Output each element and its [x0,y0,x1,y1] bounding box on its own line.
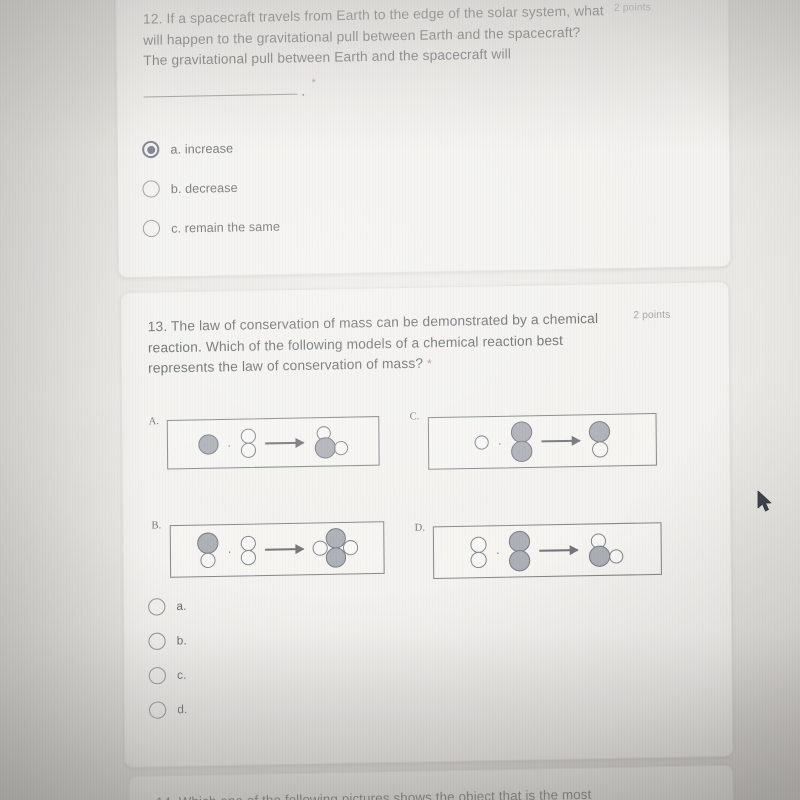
option-q13-b-label: b. [176,634,187,648]
atom-gray [508,549,531,572]
molecule-b-product [312,528,359,569]
option-q12-a-label: a. increase [170,140,234,157]
atom-white [200,552,216,569]
molecule-d-reactant-2 [508,530,531,572]
question-12-line-2: will happen to the gravitational pull be… [143,24,581,48]
atom-gray [197,532,219,555]
atom-gray [197,433,219,455]
atom-white [474,435,489,450]
atom-white [470,536,487,553]
option-q12-b-label: b. decrease [170,180,238,196]
atom-gray [588,544,611,567]
molecule-c-reactant-1 [474,435,489,450]
option-q13-c-label: c. [177,668,187,682]
question-13-required-asterisk: * [427,356,433,371]
reaction-model-c: · [429,414,656,469]
option-q13-d[interactable]: d. [148,701,188,719]
atom-white [240,442,256,459]
atom-gray [508,530,531,553]
reaction-arrow-icon [539,549,578,552]
radio-q13-d[interactable] [148,701,167,719]
plus-sign: · [497,436,502,451]
option-q13-a[interactable]: a. [148,598,187,616]
choice-letter-a: A. [148,416,159,428]
atom-white [240,535,256,551]
molecule-a-product [312,425,349,459]
mouse-pointer-icon [757,490,772,512]
option-q13-d-label: d. [177,702,188,717]
option-q13-b[interactable]: b. [148,632,187,651]
reaction-model-b: · [171,522,384,576]
question-12-required-asterisk: * [311,77,316,90]
molecule-b-reactant-2 [240,535,257,565]
atom-white [609,548,624,564]
atom-white [591,441,609,458]
atom-white [240,549,257,565]
atom-white [240,428,256,444]
reaction-arrow-icon [541,439,580,443]
option-q12-c[interactable]: c. remain the same [142,217,281,238]
question-12-blank-line [143,93,298,98]
question-12-period: . [301,83,306,99]
radio-q13-b[interactable] [148,632,166,651]
choice-letter-c: C. [409,411,420,423]
plus-sign: · [495,545,500,560]
choice-box-a[interactable]: · [166,416,380,470]
question-card-12: 12. If a spacecraft travels from Earth t… [115,0,732,279]
question-12-line-3: The gravitational pull between Earth and… [143,46,512,69]
option-q12-a[interactable]: a. increase [142,139,234,159]
option-q13-c[interactable]: c. [148,666,187,685]
molecule-b-reactant-1 [197,532,219,569]
reaction-model-a: · [168,417,379,468]
molecule-d-product [587,532,625,567]
choice-letter-b: B. [151,520,162,532]
atom-white [333,440,348,455]
molecule-a-reactant-1 [197,433,219,455]
option-q13-a-label: a. [176,599,187,614]
atom-gray [511,440,533,463]
molecule-c-product [588,420,611,460]
question-12-points: 2 points [613,2,651,14]
atom-gray [588,420,611,443]
plus-sign: · [227,437,232,452]
question-card-14: 14. Which one of the following pictures … [128,764,735,800]
choice-box-c[interactable]: · [427,412,657,470]
radio-q13-a[interactable] [148,598,166,616]
radio-q13-c[interactable] [148,666,167,685]
radio-q12-a[interactable] [142,140,160,159]
atom-gray [510,421,533,443]
question-14-line-1: 14. Which one of the following pictures … [155,786,592,800]
option-q12-c-label: c. remain the same [171,218,281,236]
choice-letter-d: D. [414,522,426,534]
radio-q12-c[interactable] [142,219,161,238]
molecule-d-reactant-1 [470,536,487,568]
photographed-screen: 12. If a spacecraft travels from Earth t… [0,0,800,800]
radio-q12-b[interactable] [142,180,160,198]
choice-box-b[interactable]: · [169,521,385,578]
molecule-a-reactant-2 [240,428,256,459]
reaction-model-d: · [434,523,661,578]
question-13-text: 13. The law of conservation of mass can … [148,308,624,379]
reaction-arrow-icon [265,548,304,551]
atom-gray [314,436,336,459]
question-13-points: 2 points [633,309,671,322]
molecule-c-reactant-2 [510,421,533,463]
question-12-text: 12. If a spacecraft travels from Earth t… [143,1,604,72]
quiz-form: 12. If a spacecraft travels from Earth t… [0,0,800,800]
question-13-header: 13. The law of conservation of mass can … [148,307,713,380]
choice-box-d[interactable]: · [432,522,662,580]
option-q12-b[interactable]: b. decrease [142,179,238,198]
question-14-text: 14. Which one of the following pictures … [156,785,592,800]
reaction-arrow-icon [264,441,304,444]
question-card-13: 13. The law of conservation of mass can … [120,281,734,768]
question-12-line-1: 12. If a spacecraft travels from Earth t… [142,3,604,27]
question-14-header: 14. Which one of the following pictures … [156,782,717,800]
question-13-body: 13. The law of conservation of mass can … [147,310,599,377]
atom-gray [325,547,347,568]
plus-sign: · [227,544,232,559]
atom-white [470,551,487,568]
question-12-header: 12. If a spacecraft travels from Earth t… [143,0,712,72]
